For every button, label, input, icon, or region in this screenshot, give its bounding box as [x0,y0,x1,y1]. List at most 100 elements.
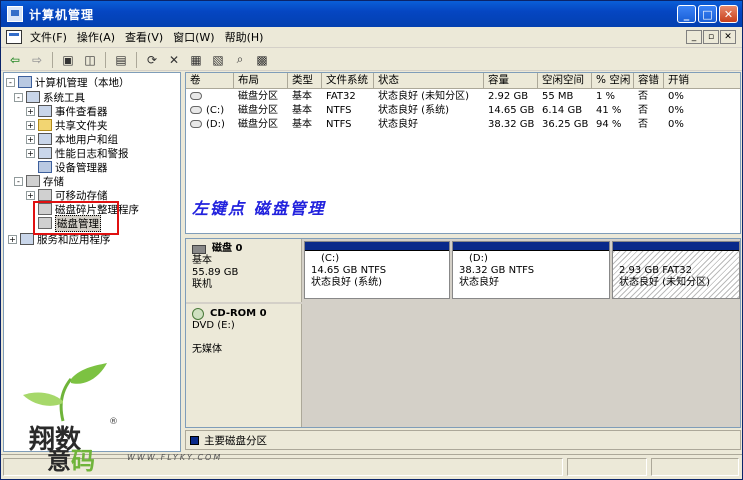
expand-toggle[interactable]: - [14,176,23,186]
cell-filesystem: FAT32 [326,91,356,102]
tree-label: 可移动存储 [55,189,108,202]
tree-item-shared-folders[interactable]: + 共享文件夹 [26,118,108,132]
disk0-info[interactable]: 磁盘 0 基本 55.89 GB 联机 [186,239,302,302]
expand-toggle[interactable]: + [8,234,17,244]
disk0-size: 55.89 GB [192,267,239,278]
tree-item-device-manager[interactable]: 设备管理器 [38,160,108,174]
open-icon[interactable]: ▧ [208,51,228,69]
column-header-volume[interactable]: 卷 [186,73,234,89]
delete-icon[interactable]: ✕ [164,51,184,69]
tree-item-storage[interactable]: - 存储 [14,174,64,188]
cdrom0-drive: DVD (E:) [192,320,235,331]
column-header-capacity[interactable]: 容量 [484,73,538,89]
defrag-icon [38,203,52,215]
users-icon [38,133,52,145]
document-menu-icon[interactable] [6,30,22,44]
legend-primary-label: 主要磁盘分区 [204,434,267,447]
tree-item-disk-management[interactable]: 磁盘管理 [38,214,101,232]
column-header-filesystem[interactable]: 文件系统 [322,73,374,89]
mdi-minimize-button[interactable]: _ [686,30,702,44]
forward-arrow-icon[interactable]: ⇨ [27,51,47,69]
title-bar[interactable]: 计算机管理 _ □ ✕ [1,1,742,27]
expand-toggle[interactable]: + [26,190,35,200]
tools-icon [26,91,40,103]
tree-item-services[interactable]: + 服务和应用程序 [8,232,111,246]
column-header-percent-free[interactable]: % 空闲 [592,73,634,89]
partition-label: (D:) [469,253,488,264]
tree-label: 本地用户和组 [55,133,118,146]
toolbar: ⇦ ⇨ ▣ ◫ ▤ ⟳ ✕ ▦ ▧ ⌕ ▩ [1,49,742,71]
menu-help[interactable]: 帮助(H) [220,28,269,47]
tree-item-removable-storage[interactable]: + 可移动存储 [26,188,108,202]
tree-label: 服务和应用程序 [37,233,111,246]
expand-toggle[interactable]: - [6,77,15,87]
toolbar-separator [52,51,53,68]
cell-percent-free: 94 % [596,119,622,130]
tree-item-system-tools[interactable]: - 系统工具 [14,90,85,104]
maximize-button[interactable]: □ [698,5,717,23]
column-header-status[interactable]: 状态 [374,73,484,89]
removable-storage-icon [38,189,52,201]
menu-bar: 文件(F) 操作(A) 查看(V) 窗口(W) 帮助(H) _ ▫ ✕ [1,27,742,48]
menu-view[interactable]: 查看(V) [120,28,168,47]
expand-toggle[interactable]: - [14,92,23,102]
expand-toggle[interactable]: + [26,148,35,158]
watermark-char-b: 码 [71,446,95,475]
cell-filesystem: NTFS [326,105,352,116]
show-tree-icon[interactable]: ◫ [80,51,100,69]
view-icon[interactable]: ▩ [252,51,272,69]
cdrom0-info[interactable]: CD-ROM 0 DVD (E:) 无媒体 [186,304,302,427]
cell-type: 基本 [292,105,312,116]
column-header-layout[interactable]: 布局 [234,73,288,89]
cell-volume: (D:) [206,119,225,130]
cell-percent-free: 41 % [596,105,622,116]
primary-partition-bar [453,242,609,251]
expand-toggle[interactable]: + [26,134,35,144]
partition-label: (C:) [321,253,340,264]
partition-fat32-unknown[interactable]: 2.93 GB FAT32 状态良好 (未知分区) [612,241,740,299]
search-icon[interactable]: ⌕ [230,51,250,69]
column-header-free-space[interactable]: 空闲空间 [538,73,592,89]
tree-item-local-users[interactable]: + 本地用户和组 [26,132,118,146]
back-arrow-icon[interactable]: ⇦ [5,51,25,69]
shared-folder-icon [38,119,52,131]
cell-fault-tolerance: 否 [638,105,648,116]
tree-item-event-viewer[interactable]: + 事件查看器 [26,104,108,118]
tree-label: 性能日志和警报 [55,147,129,160]
mdi-close-button[interactable]: ✕ [720,30,736,44]
tree-label-selected: 磁盘管理 [55,214,101,232]
toolbar-separator [105,51,106,68]
primary-partition-bar [305,242,449,251]
expand-toggle[interactable]: + [26,120,35,130]
partition-status: 状态良好 (系统) [311,277,382,288]
disk0-name: 磁盘 0 [212,243,243,254]
mdi-restore-button[interactable]: ▫ [703,30,719,44]
close-button[interactable]: ✕ [719,5,738,23]
expand-toggle[interactable]: + [26,106,35,116]
cell-free-space: 6.14 GB [542,105,583,116]
tree-item-perf-logs[interactable]: + 性能日志和警报 [26,146,129,160]
cell-volume: (C:) [206,105,225,116]
cell-status: 状态良好 [378,119,418,130]
cell-capacity: 14.65 GB [488,105,535,116]
tree-item-root[interactable]: - 计算机管理（本地） [6,75,130,89]
cell-capacity: 2.92 GB [488,91,529,102]
status-panel [651,458,739,476]
menu-action[interactable]: 操作(A) [72,28,120,47]
column-header-overhead[interactable]: 开销 [664,73,740,89]
column-header-fault-tolerance[interactable]: 容错 [634,73,664,89]
partition-d[interactable]: (D:) 38.32 GB NTFS 状态良好 [452,241,610,299]
refresh-icon[interactable]: ⟳ [142,51,162,69]
minimize-button[interactable]: _ [677,5,696,23]
tree-label: 设备管理器 [55,161,108,174]
menu-file[interactable]: 文件(F) [25,28,72,47]
storage-icon [26,175,40,187]
computer-management-icon [7,6,23,22]
menu-window[interactable]: 窗口(W) [168,28,219,47]
properties-icon[interactable]: ▤ [111,51,131,69]
column-header-type[interactable]: 类型 [288,73,322,89]
export-icon[interactable]: ▦ [186,51,206,69]
up-folder-icon[interactable]: ▣ [58,51,78,69]
partition-c[interactable]: (C:) 14.65 GB NTFS 状态良好 (系统) [304,241,450,299]
volume-icon [190,92,202,100]
